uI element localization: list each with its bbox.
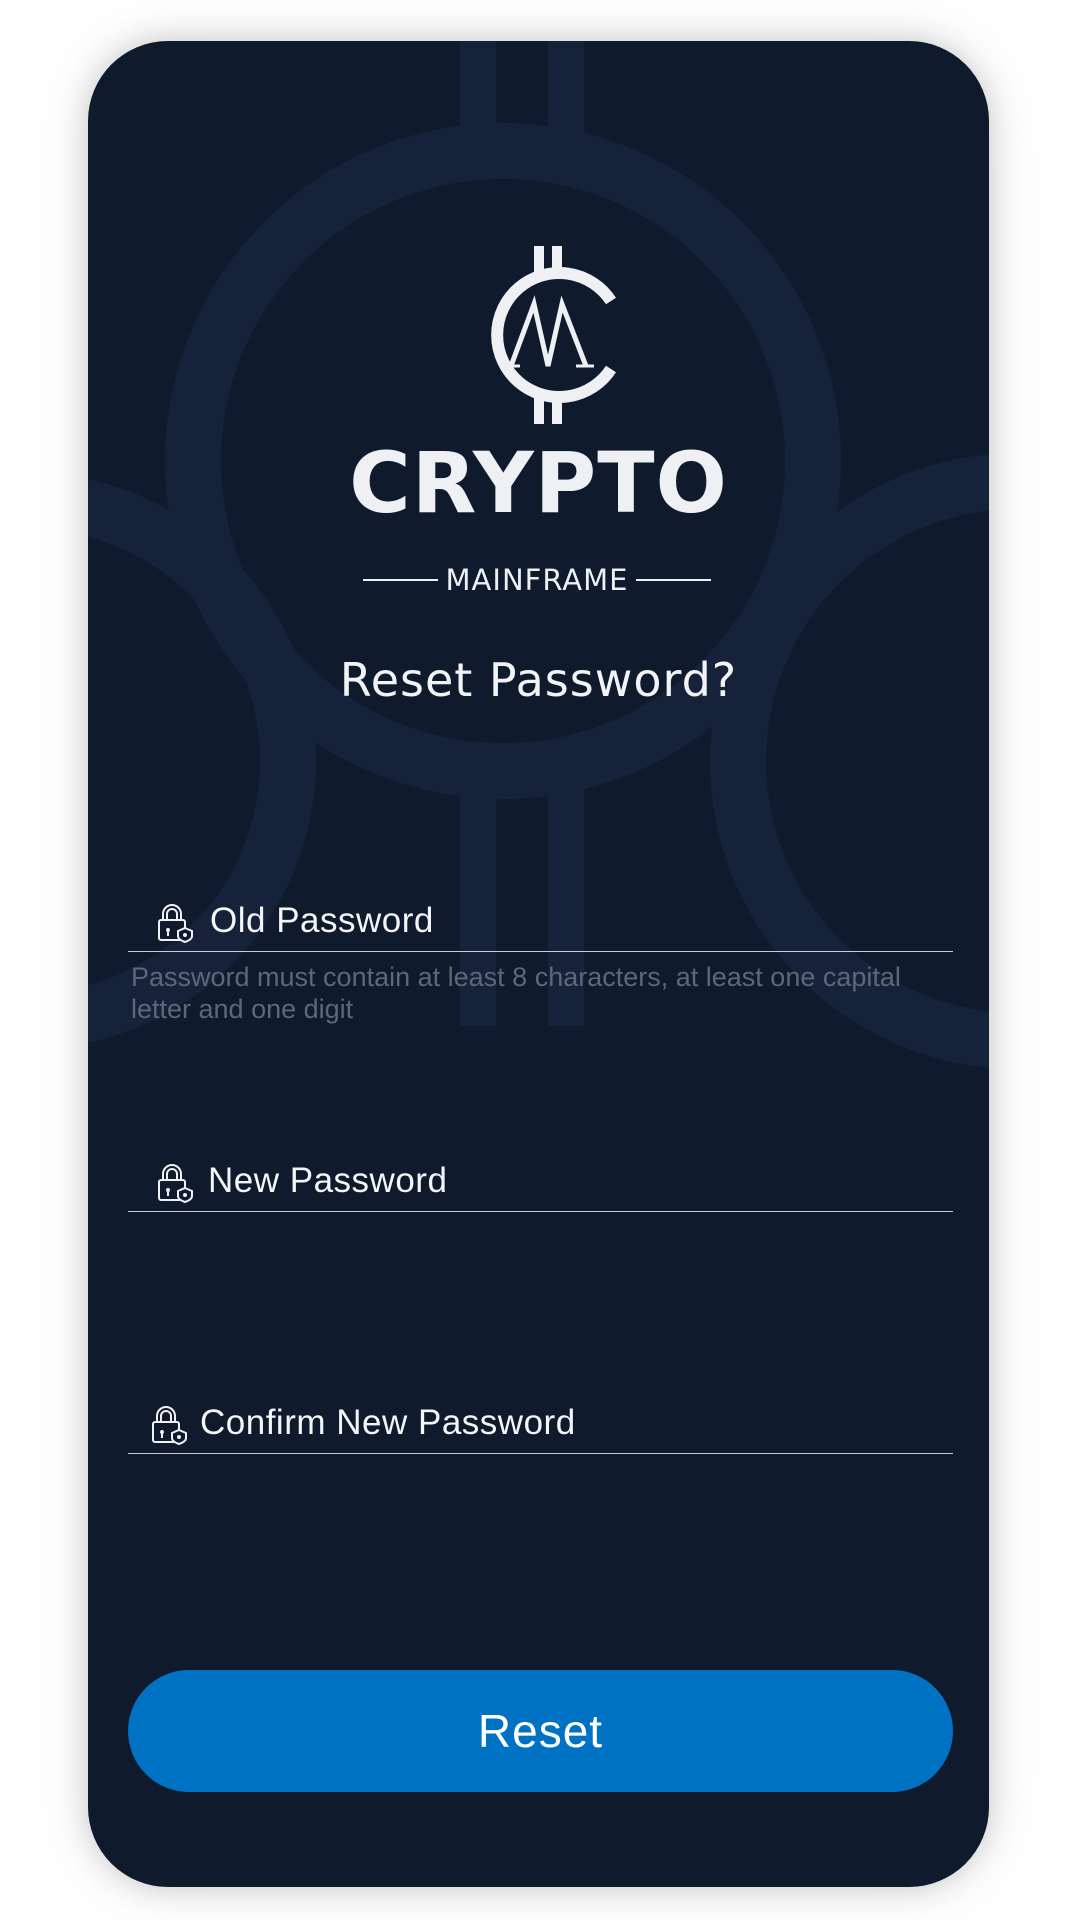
- background-logo-watermark: [88, 41, 989, 1068]
- confirm-password-field[interactable]: Confirm New Password: [128, 1393, 953, 1454]
- app-screen: CRYPTO MAINFRAME Reset Password? Old Pas…: [88, 41, 989, 1887]
- new-password-field[interactable]: New Password: [128, 1151, 953, 1212]
- reset-button[interactable]: Reset: [128, 1670, 953, 1792]
- lock-shield-icon: [158, 1164, 193, 1203]
- page-title: Reset Password?: [339, 653, 738, 707]
- lock-shield-icon: [158, 904, 193, 943]
- crypto-mainframe-logo-icon: [491, 246, 617, 424]
- old-password-label: Old Password: [210, 901, 434, 940]
- brand-subtitle: MAINFRAME: [445, 563, 629, 597]
- brand-divider-right: [636, 579, 712, 581]
- old-password-field[interactable]: Old Password: [128, 891, 953, 952]
- brand-divider-left: [363, 579, 438, 581]
- password-requirements-hint: Password must contain at least 8 charact…: [131, 962, 901, 1024]
- brand-name: CRYPTO: [349, 434, 728, 532]
- brand-subtitle-row: MAINFRAME: [363, 560, 712, 600]
- confirm-password-label: Confirm New Password: [200, 1403, 576, 1442]
- lock-shield-icon: [152, 1406, 187, 1445]
- new-password-label: New Password: [208, 1161, 448, 1200]
